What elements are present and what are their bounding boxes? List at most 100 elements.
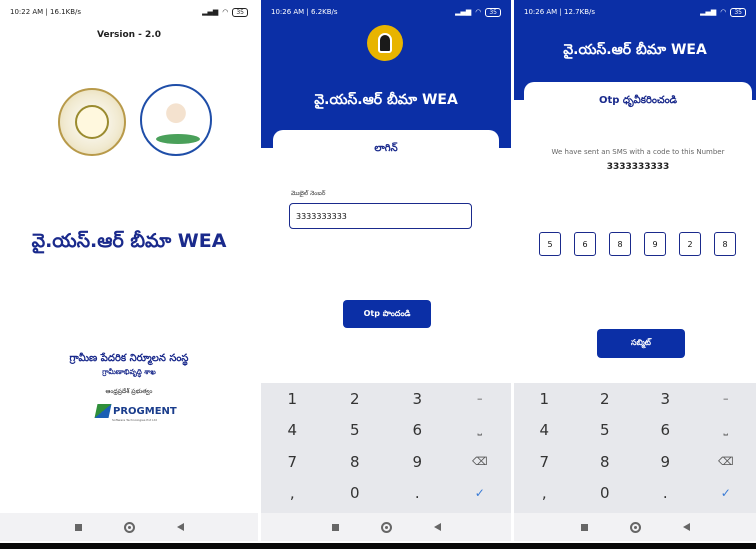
nav-recents-icon[interactable] — [331, 523, 339, 531]
card-title: Otp ధృవీకరించండి — [598, 95, 678, 106]
status-time: 10:22 AM | 16.1KB/s — [10, 8, 82, 16]
otp-digit-input[interactable]: 2 — [679, 232, 701, 256]
keypad-row: , 0. ✓ — [514, 478, 756, 510]
nav-bar — [0, 513, 258, 541]
keypad-key[interactable]: 1 — [261, 390, 324, 408]
keypad-key[interactable]: 9 — [386, 453, 449, 471]
sms-note: We have sent an SMS with a code to this … — [551, 148, 725, 156]
signal-icon: ▂▄▆ — [202, 8, 219, 16]
numeric-keypad: 1 2 3–4 5 6 ⎵ 7 8 9 ⌫, 0. ✓ — [261, 383, 511, 513]
minus-key[interactable]: – — [696, 392, 756, 405]
status-icons: ▂▄▆ ◠ 35 — [455, 7, 501, 17]
keypad-key[interactable]: 7 — [514, 453, 575, 471]
login-card: లాగిన్ మొబైల్ నెంబర్ 3333333333 Otp పొంద… — [273, 130, 499, 340]
nav-home-icon[interactable] — [629, 521, 641, 533]
nav-back-icon[interactable] — [433, 523, 441, 531]
get-otp-button[interactable]: Otp పొందండి — [343, 300, 431, 328]
keypad-key[interactable]: . — [386, 484, 449, 502]
app-title: వై.యస్.ఆర్ బీమా WEA — [563, 42, 707, 58]
keypad-key[interactable]: , — [514, 484, 575, 502]
otp-digit-input[interactable]: 6 — [574, 232, 596, 256]
keypad-key[interactable]: . — [635, 484, 696, 502]
nav-bar — [261, 513, 511, 541]
otp-digit-input[interactable]: 9 — [644, 232, 666, 256]
status-icons: ▂▄▆ ◠ 35 — [700, 7, 746, 17]
done-key-icon[interactable]: ✓ — [696, 486, 756, 500]
space-key-icon[interactable]: ⎵ — [696, 423, 756, 437]
keypad-key[interactable]: 8 — [324, 453, 387, 471]
keypad-key[interactable]: 5 — [575, 421, 636, 439]
keypad-key[interactable]: 2 — [575, 390, 636, 408]
keypad-row: 7 8 9 ⌫ — [261, 446, 511, 478]
splash-screen: 10:22 AM | 16.1KB/s ▂▄▆ ◠ 35 Version - 2… — [0, 0, 258, 541]
keypad-key[interactable]: 1 — [514, 390, 575, 408]
keypad-key[interactable]: , — [261, 484, 324, 502]
progment-subtitle: Software Technologies Pvt Ltd — [112, 418, 157, 422]
keypad-key[interactable]: 6 — [386, 421, 449, 439]
otp-input-row: 5 6 8 9 2 8 — [539, 232, 736, 256]
keypad-key[interactable]: 5 — [324, 421, 387, 439]
mobile-label: మొబైల్ నెంబర్ — [291, 190, 326, 197]
space-key-icon[interactable]: ⎵ — [449, 423, 512, 437]
submit-button[interactable]: సబ్మిట్ — [597, 329, 685, 358]
signal-icon: ▂▄▆ — [700, 8, 717, 16]
backspace-key-icon[interactable]: ⌫ — [449, 455, 512, 468]
status-bar: 10:26 AM | 6.2KB/s ▂▄▆ ◠ 35 — [261, 0, 511, 24]
keypad-row: 4 5 6 ⎵ — [261, 415, 511, 447]
keypad-row: 7 8 9 ⌫ — [514, 446, 756, 478]
mobile-number-input[interactable]: 3333333333 — [289, 203, 472, 229]
logo-figure — [378, 33, 392, 53]
backspace-key-icon[interactable]: ⌫ — [696, 455, 756, 468]
sms-number: 3333333333 — [606, 162, 670, 172]
otp-card: Otp ధృవీకరించండి We have sent an SMS wit… — [524, 82, 752, 372]
version-label: Version - 2.0 — [97, 30, 161, 40]
keypad-key[interactable]: 0 — [575, 484, 636, 502]
keypad-row: 1 2 3– — [261, 383, 511, 415]
minus-key[interactable]: – — [449, 392, 512, 405]
bottom-border — [0, 543, 756, 549]
progment-mark-icon — [94, 404, 112, 418]
app-title: వై.యస్.ఆర్ బీమా WEA — [31, 230, 227, 252]
otp-digit-input[interactable]: 8 — [714, 232, 736, 256]
org-government: ఆంధ్రప్రదేశ్ ప్రభుత్వం — [105, 388, 153, 395]
org-name: గ్రామీణ పేదరిక నిర్మూలన సంస్థ — [69, 353, 189, 364]
org-department: గ్రామీణాభివృద్ధి శాఖ — [102, 368, 156, 376]
progment-text: PROGMENT — [113, 405, 177, 417]
keypad-key[interactable]: 0 — [324, 484, 387, 502]
otp-digit-input[interactable]: 8 — [609, 232, 631, 256]
keypad-key[interactable]: 2 — [324, 390, 387, 408]
battery-icon: 35 — [232, 7, 248, 17]
keypad-key[interactable]: 7 — [261, 453, 324, 471]
status-time: 10:26 AM | 12.7KB/s — [524, 8, 596, 16]
ysr-bima-logo — [140, 84, 212, 156]
login-screen: 10:26 AM | 6.2KB/s ▂▄▆ ◠ 35 వై.యస్.ఆర్ బ… — [261, 0, 511, 541]
status-icons: ▂▄▆ ◠ 35 — [202, 7, 248, 17]
progment-logo: PROGMENT — [94, 404, 177, 418]
numeric-keypad: 1 2 3–4 5 6 ⎵ 7 8 9 ⌫, 0. ✓ — [514, 383, 756, 513]
status-bar: 10:22 AM | 16.1KB/s ▂▄▆ ◠ 35 — [0, 0, 258, 24]
ap-emblem-logo — [58, 88, 126, 156]
battery-icon: 35 — [485, 7, 501, 17]
emblem-center — [75, 105, 109, 139]
keypad-key[interactable]: 4 — [261, 421, 324, 439]
keypad-row: 4 5 6 ⎵ — [514, 415, 756, 447]
nav-back-icon[interactable] — [682, 523, 690, 531]
wifi-icon: ◠ — [222, 8, 229, 16]
keypad-key[interactable]: 6 — [635, 421, 696, 439]
otp-digit-input[interactable]: 5 — [539, 232, 561, 256]
nav-home-icon[interactable] — [380, 521, 392, 533]
otp-verify-screen: 10:26 AM | 12.7KB/s ▂▄▆ ◠ 35 వై.యస్.ఆర్ … — [514, 0, 756, 541]
wifi-icon: ◠ — [720, 8, 727, 16]
keypad-key[interactable]: 4 — [514, 421, 575, 439]
keypad-key[interactable]: 8 — [575, 453, 636, 471]
keypad-key[interactable]: 3 — [386, 390, 449, 408]
status-time: 10:26 AM | 6.2KB/s — [271, 8, 338, 16]
keypad-key[interactable]: 3 — [635, 390, 696, 408]
nav-recents-icon[interactable] — [74, 523, 82, 531]
nav-recents-icon[interactable] — [580, 523, 588, 531]
keypad-key[interactable]: 9 — [635, 453, 696, 471]
nav-back-icon[interactable] — [176, 523, 184, 531]
keypad-row: 1 2 3– — [514, 383, 756, 415]
done-key-icon[interactable]: ✓ — [449, 486, 512, 500]
nav-home-icon[interactable] — [123, 521, 135, 533]
